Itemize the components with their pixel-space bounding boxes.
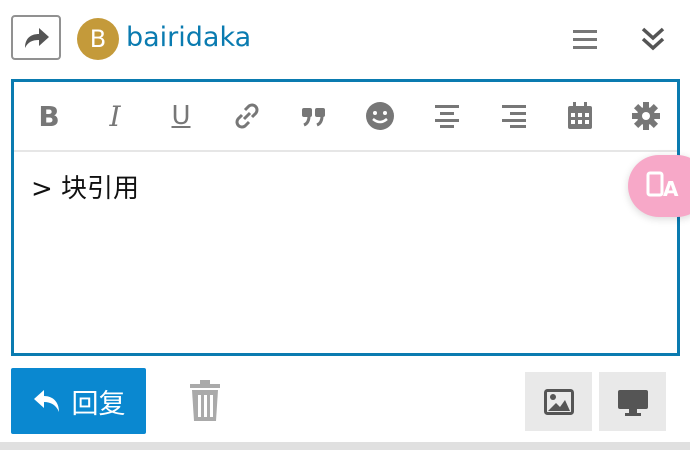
composer-editor: B I U > 块引用 xyxy=(11,79,680,356)
italic-icon: I xyxy=(109,99,121,133)
editor-content[interactable]: > 块引用 xyxy=(31,168,139,205)
bold-icon: B xyxy=(38,99,60,133)
translate-button[interactable]: A xyxy=(628,155,690,217)
smiley-icon xyxy=(366,102,394,130)
gear-icon xyxy=(632,102,660,130)
align-right-button[interactable] xyxy=(494,96,534,136)
share-button[interactable] xyxy=(11,15,61,60)
link-button[interactable] xyxy=(227,96,267,136)
image-icon xyxy=(543,388,574,415)
align-center-button[interactable] xyxy=(427,96,467,136)
link-icon xyxy=(235,103,259,129)
reply-button[interactable]: 回复 xyxy=(11,368,146,434)
calendar-icon xyxy=(568,102,592,129)
hamburger-icon xyxy=(573,30,597,49)
italic-button[interactable]: I xyxy=(95,96,135,136)
share-forward-icon xyxy=(25,27,49,48)
avatar[interactable]: B xyxy=(77,18,119,60)
username[interactable]: bairidaka xyxy=(126,22,251,53)
reply-label: 回复 xyxy=(71,388,126,420)
quote-icon xyxy=(302,108,325,127)
align-center-icon xyxy=(435,105,459,128)
bottom-scroll-bar xyxy=(0,442,690,450)
delete-draft-button[interactable] xyxy=(185,378,225,424)
underline-icon: U xyxy=(171,101,191,131)
date-button[interactable] xyxy=(560,96,600,136)
bold-button[interactable]: B xyxy=(29,96,69,136)
svg-text:A: A xyxy=(663,177,679,201)
collapse-button[interactable] xyxy=(636,22,670,56)
editor-toolbar: B I U xyxy=(14,82,677,152)
avatar-letter: B xyxy=(89,25,107,53)
upload-image-button[interactable] xyxy=(525,372,592,431)
double-chevron-down-icon xyxy=(641,27,665,51)
underline-button[interactable]: U xyxy=(161,96,201,136)
emoji-button[interactable] xyxy=(360,96,400,136)
monitor-icon xyxy=(617,389,648,416)
blockquote-button[interactable] xyxy=(294,96,334,136)
menu-button[interactable] xyxy=(568,22,602,56)
settings-button[interactable] xyxy=(626,96,666,136)
translate-icon: A xyxy=(646,171,679,201)
toggle-preview-button[interactable] xyxy=(599,372,666,431)
trash-icon xyxy=(190,380,220,421)
align-right-icon xyxy=(502,105,526,128)
reply-icon xyxy=(33,390,59,412)
